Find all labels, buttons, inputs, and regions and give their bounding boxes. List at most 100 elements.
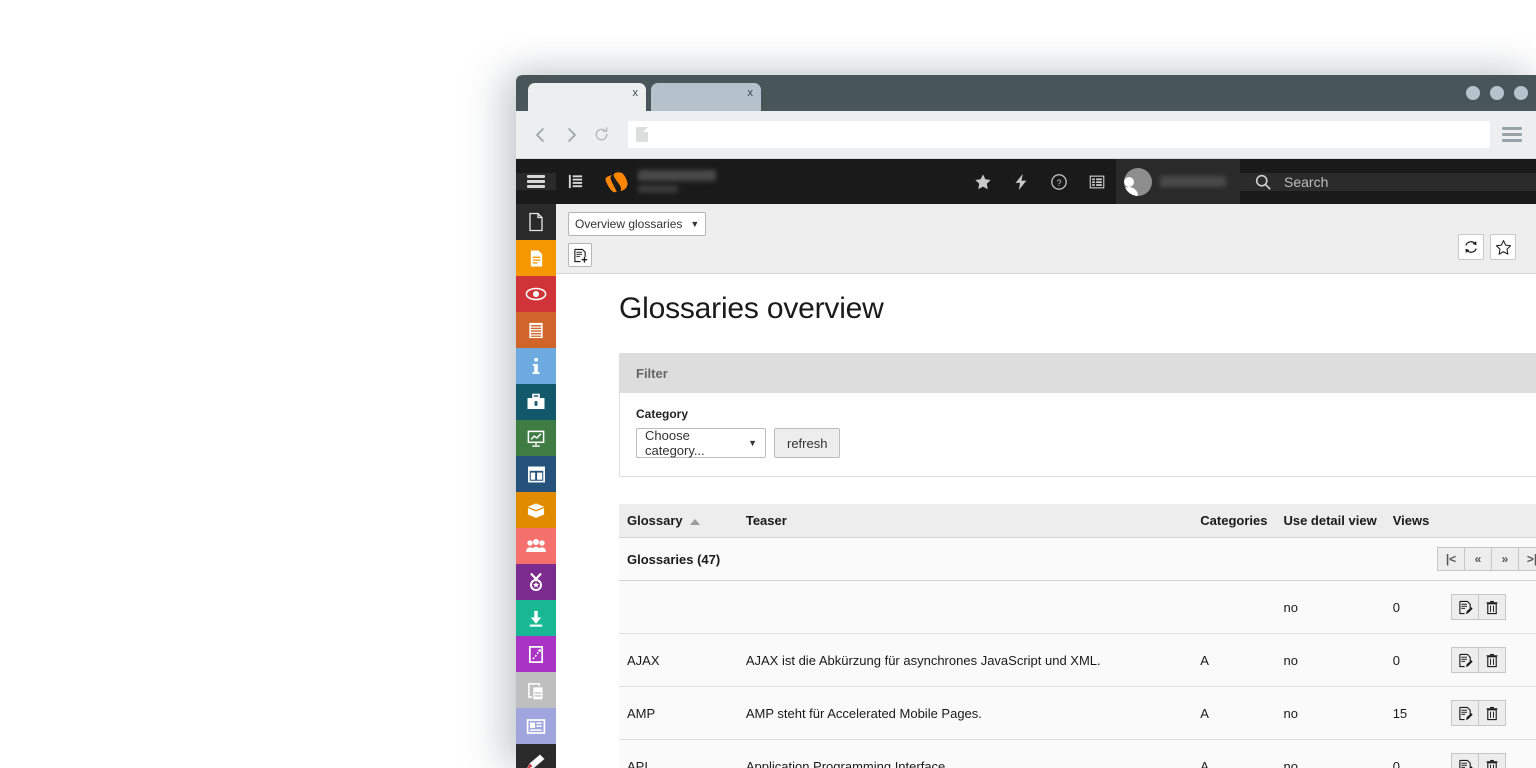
- module-list[interactable]: [516, 312, 556, 348]
- module-view[interactable]: [516, 276, 556, 312]
- module-select[interactable]: Overview glossaries ▼: [568, 212, 707, 236]
- category-select-value: Choose category...: [645, 428, 705, 458]
- pager-first-button[interactable]: |<: [1437, 547, 1465, 571]
- module-page-blank[interactable]: [516, 204, 556, 240]
- window-minimize-button[interactable]: [1466, 86, 1480, 100]
- module-content: Overview glossaries ▼ Glossaries overvie…: [556, 204, 1536, 768]
- column-header-teaser[interactable]: Teaser: [737, 504, 1193, 538]
- reload-icon[interactable]: [586, 120, 616, 150]
- refresh-button[interactable]: refresh: [774, 428, 841, 458]
- module-reports[interactable]: [516, 420, 556, 456]
- reload-icon[interactable]: [1458, 234, 1484, 260]
- module-users[interactable]: [516, 528, 556, 564]
- delete-record-button[interactable]: [1478, 753, 1507, 768]
- forward-icon[interactable]: [556, 120, 586, 150]
- list-icon[interactable]: [1078, 173, 1116, 191]
- docheader-buttons: [568, 243, 1524, 267]
- column-header-use-detail-view[interactable]: Use detail view: [1275, 504, 1385, 538]
- user-menu[interactable]: [1116, 159, 1240, 204]
- edit-record-button[interactable]: [1451, 753, 1480, 768]
- typo3-backend: ? Search Overview glossaries ▼ Glossarie…: [516, 159, 1536, 768]
- pager-next-button[interactable]: »: [1491, 547, 1519, 571]
- module-menu-toggle-icon[interactable]: [516, 173, 556, 190]
- module-body: Glossaries overview Filter Category Choo…: [556, 274, 1536, 768]
- table-row[interactable]: no 0: [619, 580, 1536, 634]
- edit-record-button[interactable]: [1451, 594, 1480, 620]
- tab-close-icon[interactable]: x: [748, 88, 754, 99]
- cell-glossary: AMP: [619, 686, 738, 740]
- row-actions: [1451, 647, 1536, 673]
- typo3-logo[interactable]: [602, 169, 628, 195]
- glossary-table: Glossary Teaser Categories Use detail vi…: [619, 504, 1536, 768]
- delete-record-button[interactable]: [1478, 700, 1507, 726]
- cell-use-detail-view: no: [1275, 633, 1385, 687]
- browser-menu-icon[interactable]: [1498, 121, 1526, 149]
- category-select[interactable]: Choose category... ▼: [636, 428, 766, 458]
- browser-tab-active[interactable]: x: [528, 83, 646, 111]
- back-icon[interactable]: [526, 120, 556, 150]
- module-access[interactable]: [516, 564, 556, 600]
- search-area[interactable]: [1240, 172, 1536, 191]
- cell-views: 15: [1384, 686, 1445, 740]
- cell-teaser: AJAX ist die Abkürzung für asynchrones J…: [737, 633, 1193, 687]
- module-page[interactable]: [516, 240, 556, 276]
- row-actions: [1451, 700, 1536, 726]
- module-recycler[interactable]: [516, 672, 556, 708]
- bookmark-star-icon[interactable]: [964, 173, 1002, 191]
- module-news[interactable]: [516, 708, 556, 744]
- column-header-views[interactable]: Views: [1384, 504, 1445, 538]
- page-icon: [636, 127, 648, 142]
- table-row[interactable]: API Application Programming Interface A …: [619, 739, 1536, 768]
- table-header-row: Glossary Teaser Categories Use detail vi…: [619, 504, 1536, 538]
- new-record-icon[interactable]: [568, 243, 592, 267]
- column-header-categories[interactable]: Categories: [1192, 504, 1276, 538]
- column-header-actions: [1444, 504, 1536, 538]
- page-tree-toggle-icon[interactable]: [556, 173, 594, 190]
- module-functions[interactable]: [516, 384, 556, 420]
- address-bar[interactable]: [628, 121, 1490, 148]
- search-icon: [1255, 174, 1271, 190]
- table-head: Glossary Teaser Categories Use detail vi…: [619, 504, 1536, 538]
- flash-messages-icon[interactable]: [1002, 173, 1040, 191]
- module-install[interactable]: [516, 600, 556, 636]
- module-templates[interactable]: [516, 456, 556, 492]
- bookmark-star-icon[interactable]: [1490, 234, 1516, 260]
- pager-prev-button[interactable]: «: [1464, 547, 1492, 571]
- module-edit[interactable]: [516, 744, 556, 768]
- cell-use-detail-view: no: [1275, 739, 1385, 768]
- help-icon[interactable]: ?: [1040, 173, 1078, 191]
- cell-views: 0: [1384, 580, 1445, 634]
- search-input[interactable]: [1284, 173, 1484, 190]
- table-row[interactable]: AJAX AJAX ist die Abkürzung für asynchro…: [619, 633, 1536, 687]
- column-header-glossary[interactable]: Glossary: [619, 504, 738, 538]
- glossaries-count: Glossaries (47): [619, 537, 1385, 581]
- cell-use-detail-view: no: [1275, 580, 1385, 634]
- cell-glossary: AJAX: [619, 633, 738, 687]
- avatar: [1124, 167, 1152, 196]
- row-actions: [1451, 753, 1536, 768]
- edit-record-button[interactable]: [1451, 647, 1480, 673]
- module-scheduler[interactable]: [516, 636, 556, 672]
- module-extensions[interactable]: [516, 492, 556, 528]
- window-maximize-button[interactable]: [1490, 86, 1504, 100]
- table-row[interactable]: AMP AMP steht für Accelerated Mobile Pag…: [619, 686, 1536, 740]
- svg-text:?: ?: [1056, 177, 1061, 187]
- user-name: [1160, 176, 1226, 187]
- docheader: Overview glossaries ▼: [556, 204, 1536, 274]
- window-close-button[interactable]: [1514, 86, 1528, 100]
- module-info[interactable]: [516, 348, 556, 384]
- tab-close-icon[interactable]: x: [633, 88, 639, 99]
- chevron-down-icon: ▼: [748, 438, 757, 448]
- table-body: Glossaries (47) |< « » >| no 0 AJAX AJAX…: [619, 537, 1536, 768]
- cell-use-detail-view: no: [1275, 686, 1385, 740]
- delete-record-button[interactable]: [1478, 594, 1507, 620]
- filter-panel-body: Category Choose category... ▼ refresh: [620, 393, 1536, 476]
- filter-panel: Filter Category Choose category... ▼ ref…: [619, 353, 1536, 477]
- delete-record-button[interactable]: [1478, 647, 1507, 673]
- cell-views: 0: [1384, 739, 1445, 768]
- browser-tab-inactive[interactable]: x: [651, 83, 761, 111]
- edit-record-button[interactable]: [1451, 700, 1480, 726]
- pager-last-button[interactable]: >|: [1518, 547, 1536, 571]
- cell-teaser: AMP steht für Accelerated Mobile Pages.: [737, 686, 1193, 740]
- address-input[interactable]: [648, 127, 1482, 142]
